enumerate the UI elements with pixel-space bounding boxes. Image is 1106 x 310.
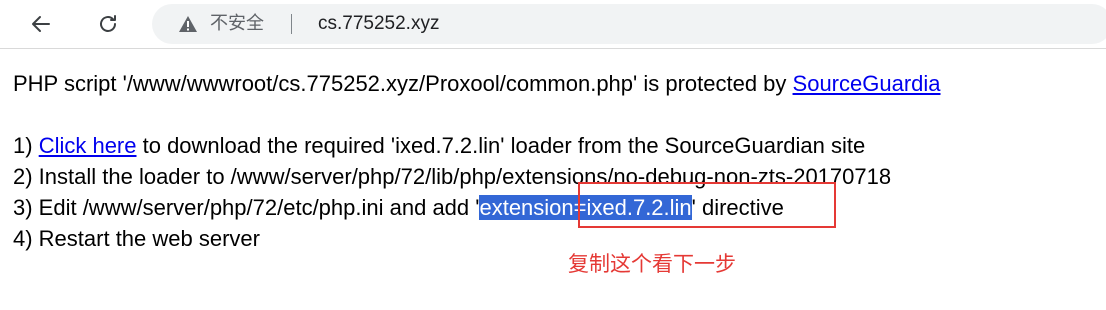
- step-1-text: to download the required 'ixed.7.2.lin' …: [136, 133, 866, 158]
- protection-notice-text: PHP script '/www/wwwroot/cs.775252.xyz/P…: [13, 71, 793, 96]
- step-1-number: 1): [13, 133, 39, 158]
- sourceguardian-link[interactable]: SourceGuardia: [793, 71, 941, 96]
- step-3-text: 3) Edit /www/server/php/72/etc/php.ini a…: [13, 195, 480, 220]
- click-here-link[interactable]: Click here: [39, 133, 137, 158]
- address-bar[interactable]: 不安全 cs.775252.xyz: [152, 4, 1106, 44]
- protection-notice: PHP script '/www/wwwroot/cs.775252.xyz/P…: [13, 68, 941, 99]
- annotation-highlight-box: [578, 182, 836, 228]
- reload-icon: [100, 15, 116, 32]
- arrow-left-icon: [32, 16, 50, 32]
- browser-toolbar: 不安全 cs.775252.xyz: [0, 0, 1106, 49]
- step-1: 1) Click here to download the required '…: [13, 130, 941, 161]
- url-text[interactable]: cs.775252.xyz: [318, 12, 439, 36]
- reload-button[interactable]: [91, 7, 125, 41]
- warning-icon[interactable]: [178, 15, 198, 33]
- address-divider: [291, 14, 292, 34]
- security-status-label[interactable]: 不安全: [210, 12, 264, 36]
- annotation-note: 复制这个看下一步: [568, 252, 736, 276]
- back-button[interactable]: [24, 7, 58, 41]
